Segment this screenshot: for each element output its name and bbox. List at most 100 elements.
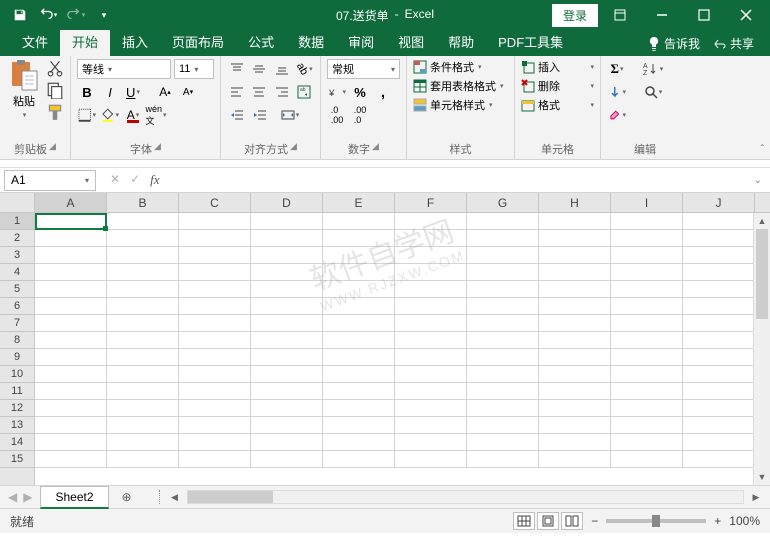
row-header[interactable]: 7: [0, 315, 34, 332]
cell[interactable]: [467, 451, 539, 468]
login-button[interactable]: 登录: [552, 4, 598, 27]
cell[interactable]: [323, 230, 395, 247]
scroll-right-button[interactable]: ▶: [748, 489, 764, 505]
cell[interactable]: [107, 434, 179, 451]
tab-formulas[interactable]: 公式: [236, 28, 286, 56]
cell[interactable]: [611, 264, 683, 281]
cell[interactable]: [539, 315, 611, 332]
cell[interactable]: [683, 230, 755, 247]
add-sheet-button[interactable]: ⊕: [115, 487, 139, 507]
cell[interactable]: [323, 349, 395, 366]
cell[interactable]: [35, 213, 107, 230]
cell[interactable]: [179, 230, 251, 247]
align-left-button[interactable]: [227, 82, 247, 102]
row-header[interactable]: 9: [0, 349, 34, 366]
row-header[interactable]: 11: [0, 383, 34, 400]
row-header[interactable]: 13: [0, 417, 34, 434]
cell[interactable]: [539, 264, 611, 281]
cell[interactable]: [611, 332, 683, 349]
cell[interactable]: [683, 366, 755, 383]
row-header[interactable]: 3: [0, 247, 34, 264]
percent-button[interactable]: %: [350, 82, 370, 102]
accounting-format-button[interactable]: ¥▾: [327, 82, 347, 102]
cell[interactable]: [539, 366, 611, 383]
cell[interactable]: [323, 247, 395, 264]
cell[interactable]: [251, 366, 323, 383]
cell[interactable]: [107, 247, 179, 264]
conditional-format-button[interactable]: 条件格式▾: [413, 59, 508, 75]
decrease-decimal-button[interactable]: .00.0: [350, 105, 370, 125]
cell[interactable]: [35, 264, 107, 281]
cell[interactable]: [35, 383, 107, 400]
cell[interactable]: [611, 213, 683, 230]
share-button[interactable]: 共享: [714, 35, 754, 52]
cell[interactable]: [395, 417, 467, 434]
undo-button[interactable]: ▾: [36, 3, 60, 27]
cell[interactable]: [179, 315, 251, 332]
cell[interactable]: [467, 213, 539, 230]
paste-button[interactable]: 粘贴 ▾: [6, 59, 42, 119]
cell[interactable]: [467, 315, 539, 332]
row-header[interactable]: 6: [0, 298, 34, 315]
font-size-dropdown[interactable]: 11▾: [174, 59, 214, 79]
row-header[interactable]: 12: [0, 400, 34, 417]
cell[interactable]: [107, 349, 179, 366]
merge-center-button[interactable]: ▾: [273, 105, 307, 125]
insert-cells-button[interactable]: 插入▾: [521, 59, 594, 75]
cell[interactable]: [611, 451, 683, 468]
copy-button[interactable]: [46, 81, 64, 99]
cell[interactable]: [179, 366, 251, 383]
decrease-font-button[interactable]: A▾: [178, 82, 198, 102]
cell[interactable]: [107, 366, 179, 383]
cell[interactable]: [179, 298, 251, 315]
cell[interactable]: [683, 349, 755, 366]
fill-color-button[interactable]: ▾: [100, 105, 120, 125]
cell[interactable]: [323, 332, 395, 349]
cell[interactable]: [35, 366, 107, 383]
decrease-indent-button[interactable]: [227, 105, 247, 125]
cell[interactable]: [107, 400, 179, 417]
number-format-dropdown[interactable]: 常规▾: [327, 59, 400, 79]
column-header[interactable]: G: [467, 193, 539, 212]
bold-button[interactable]: B: [77, 82, 97, 102]
tab-insert[interactable]: 插入: [110, 28, 160, 56]
page-layout-view-button[interactable]: [537, 512, 559, 530]
format-table-button[interactable]: 套用表格格式▾: [413, 78, 508, 94]
font-name-dropdown[interactable]: 等线▾: [77, 59, 171, 79]
cell[interactable]: [683, 213, 755, 230]
format-cells-button[interactable]: 格式▾: [521, 97, 594, 113]
font-color-button[interactable]: A▾: [123, 105, 143, 125]
insert-function-button[interactable]: fx: [150, 172, 159, 188]
cell[interactable]: [323, 366, 395, 383]
horizontal-scrollbar[interactable]: [187, 490, 744, 504]
cell[interactable]: [467, 230, 539, 247]
cell[interactable]: [395, 451, 467, 468]
cell[interactable]: [611, 383, 683, 400]
cell[interactable]: [395, 383, 467, 400]
tab-pdf-tools[interactable]: PDF工具集: [486, 28, 575, 56]
cell[interactable]: [35, 332, 107, 349]
scroll-left-button[interactable]: ◀: [167, 489, 183, 505]
cut-button[interactable]: [46, 59, 64, 77]
column-header[interactable]: I: [611, 193, 683, 212]
autosum-button[interactable]: Σ▾: [607, 59, 627, 79]
cell[interactable]: [467, 247, 539, 264]
cell[interactable]: [323, 213, 395, 230]
cell[interactable]: [611, 417, 683, 434]
cell[interactable]: [611, 281, 683, 298]
cell[interactable]: [179, 247, 251, 264]
cell[interactable]: [107, 315, 179, 332]
cell[interactable]: [395, 434, 467, 451]
cell[interactable]: [251, 281, 323, 298]
align-top-button[interactable]: [227, 59, 247, 79]
cell[interactable]: [611, 349, 683, 366]
cell[interactable]: [467, 417, 539, 434]
maximize-button[interactable]: [684, 1, 724, 29]
zoom-handle[interactable]: [652, 515, 660, 527]
row-header[interactable]: 14: [0, 434, 34, 451]
cell[interactable]: [467, 298, 539, 315]
cell[interactable]: [683, 247, 755, 264]
cell[interactable]: [35, 315, 107, 332]
column-header[interactable]: E: [323, 193, 395, 212]
comma-button[interactable]: ,: [373, 82, 393, 102]
